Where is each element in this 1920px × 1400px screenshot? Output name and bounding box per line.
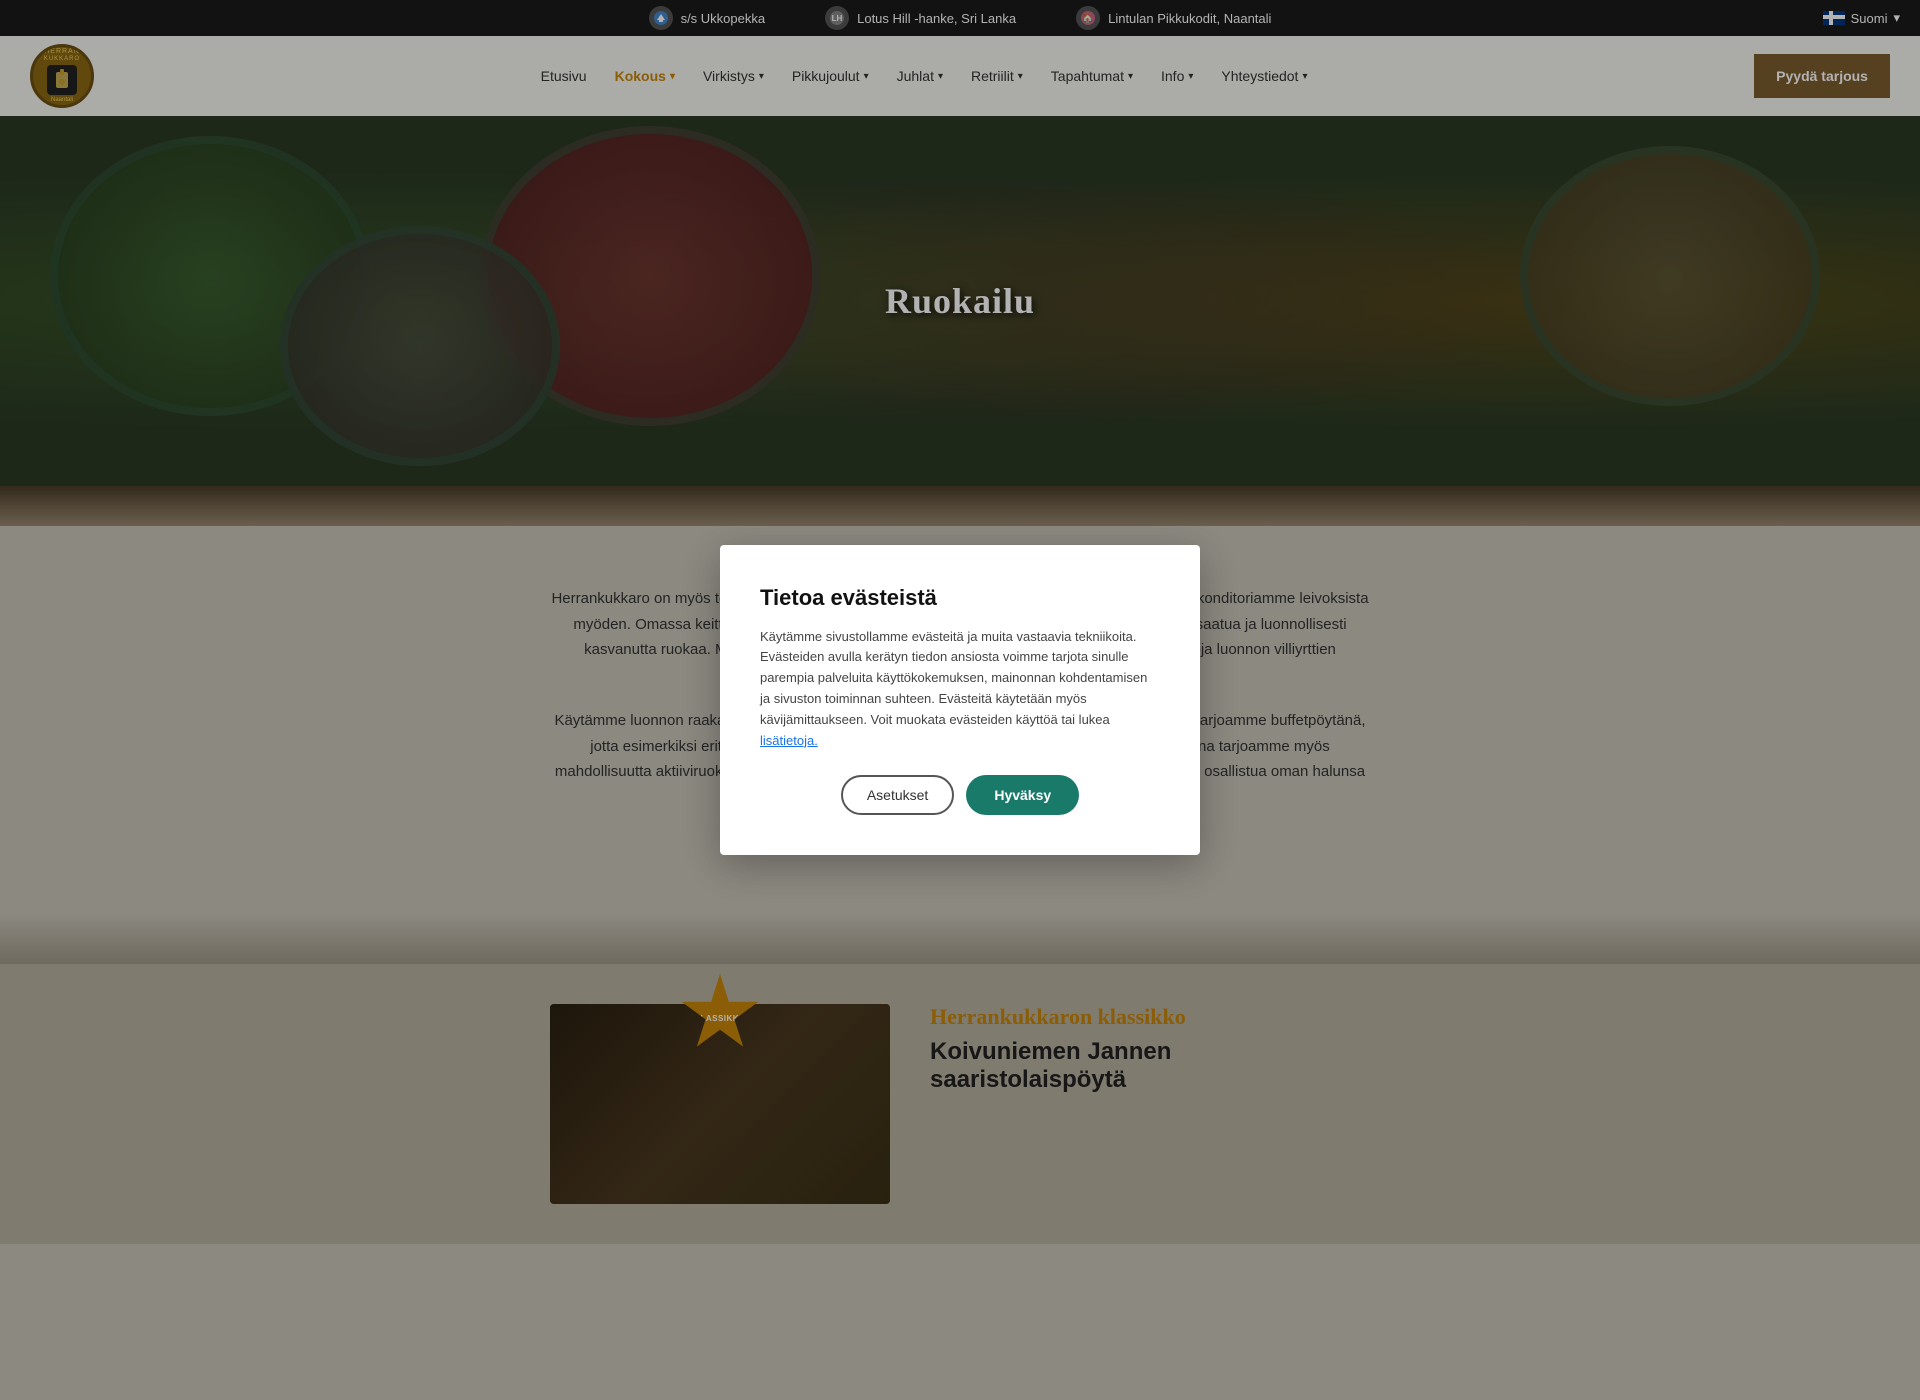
cookie-modal-title: Tietoa evästeistä	[760, 585, 1160, 611]
cookie-modal-overlay: Tietoa evästeistä Käytämme sivustollamme…	[0, 0, 1920, 1400]
cookie-modal-text: Käytämme sivustollamme evästeitä ja muit…	[760, 629, 1147, 727]
cookie-modal-buttons: Asetukset Hyväksy	[760, 775, 1160, 815]
cookie-settings-button[interactable]: Asetukset	[841, 775, 954, 815]
cookie-accept-button[interactable]: Hyväksy	[966, 775, 1079, 815]
cookie-more-info-link[interactable]: lisätietoja.	[760, 733, 818, 748]
cookie-modal-body: Käytämme sivustollamme evästeitä ja muit…	[760, 627, 1160, 752]
cookie-modal: Tietoa evästeistä Käytämme sivustollamme…	[720, 545, 1200, 856]
